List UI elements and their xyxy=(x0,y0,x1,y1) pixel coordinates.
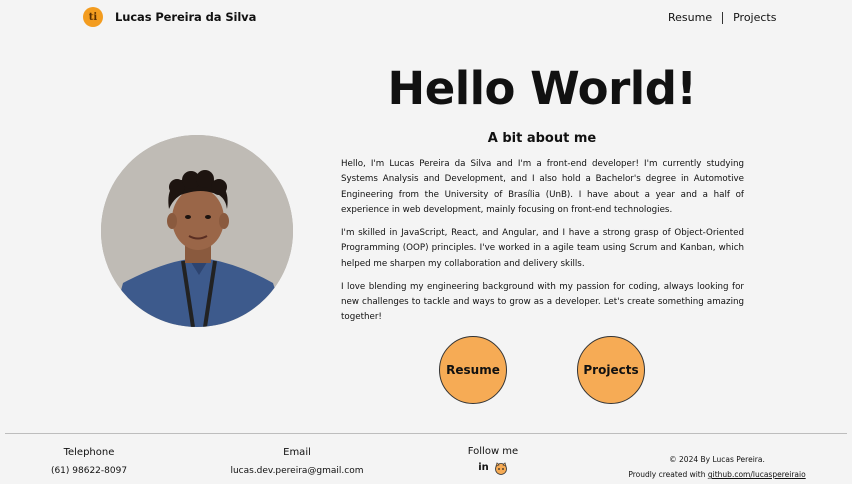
footer-divider xyxy=(5,433,847,434)
resume-button[interactable]: Resume xyxy=(439,336,507,404)
top-nav: Resume Projects xyxy=(668,11,776,24)
logo-icon[interactable]: ti xyxy=(83,7,103,27)
footer-copyright: © 2024 By Lucas Pereira. Proudly created… xyxy=(600,452,834,482)
nav-projects-link[interactable]: Projects xyxy=(733,11,776,24)
projects-button[interactable]: Projects xyxy=(577,336,645,404)
bio-paragraph: I love blending my engineering backgroun… xyxy=(341,281,744,323)
hero-title: Hello World! xyxy=(387,62,697,115)
telephone-value[interactable]: (61) 98622-8097 xyxy=(30,466,148,476)
telephone-heading: Telephone xyxy=(63,447,115,458)
email-heading: Email xyxy=(283,447,311,458)
footer-telephone: Telephone (61) 98622-8097 xyxy=(30,447,148,476)
follow-heading: Follow me xyxy=(467,446,519,457)
github-octocat-icon[interactable] xyxy=(494,462,508,478)
nav-resume-link[interactable]: Resume xyxy=(668,11,712,24)
bio-text: Hello, I'm Lucas Pereira da Silva and I'… xyxy=(341,157,744,333)
credit-prefix: Proudly created with xyxy=(628,470,706,479)
copyright-text: © 2024 By Lucas Pereira. xyxy=(669,455,765,464)
brand-name[interactable]: Lucas Pereira da Silva xyxy=(115,10,256,24)
about-title: A bit about me xyxy=(487,131,597,146)
bio-paragraph: I'm skilled in JavaScript, React, and An… xyxy=(341,227,744,269)
footer-follow: Follow me in xyxy=(452,446,534,478)
social-links: in xyxy=(452,462,534,478)
nav-divider xyxy=(722,11,724,24)
credit-link[interactable]: github.com/lucaspereiraio xyxy=(708,470,806,479)
footer-email: Email lucas.dev.pereira@gmail.com xyxy=(226,447,368,476)
logo-text: ti xyxy=(88,11,98,23)
bio-paragraph: Hello, I'm Lucas Pereira da Silva and I'… xyxy=(341,159,744,215)
credit-line: Proudly created with github.com/lucasper… xyxy=(600,467,834,482)
profile-photo xyxy=(101,135,293,327)
profile-portrait-illustration xyxy=(101,135,293,327)
email-value[interactable]: lucas.dev.pereira@gmail.com xyxy=(226,466,368,476)
linkedin-icon[interactable]: in xyxy=(478,462,489,478)
site-header: ti Lucas Pereira da Silva Resume Project… xyxy=(0,0,852,36)
